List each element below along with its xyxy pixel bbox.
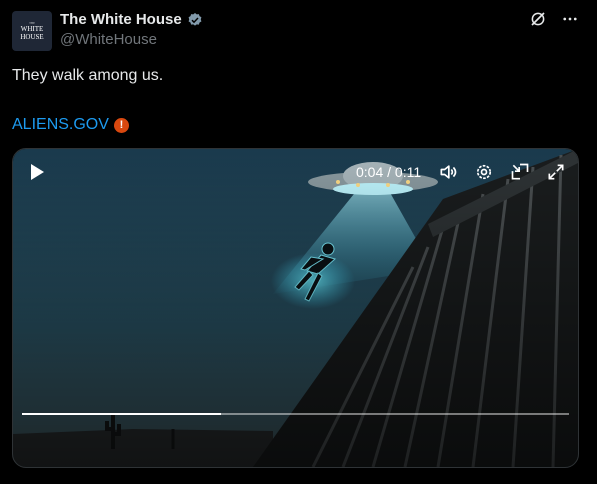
handle[interactable]: @WhiteHouse bbox=[60, 31, 157, 48]
picture-in-picture-icon[interactable] bbox=[510, 162, 530, 182]
avatar-text-line2: HOUSE bbox=[20, 33, 44, 41]
video-time: 0:04 / 0:11 bbox=[356, 164, 422, 180]
tweet-text: They walk among us. bbox=[12, 67, 164, 84]
display-name[interactable]: The White House bbox=[60, 11, 182, 28]
video-progress-fill bbox=[22, 413, 222, 415]
aliens-gov-link[interactable]: ALIENS.GOV bbox=[12, 116, 109, 134]
play-icon[interactable] bbox=[29, 163, 45, 181]
avatar-text-line1: WHITE bbox=[20, 25, 44, 33]
fullscreen-icon[interactable] bbox=[546, 162, 566, 182]
author-name-row: The White House bbox=[60, 11, 203, 28]
more-dots-icon[interactable] bbox=[561, 10, 579, 28]
tweet-actions-top bbox=[529, 10, 579, 28]
video-player[interactable]: 0:04 / 0:11 bbox=[12, 148, 579, 468]
tweet-link-row: ALIENS.GOV ! bbox=[12, 116, 129, 134]
avatar-text-top: THE bbox=[29, 21, 35, 25]
warning-icon: ! bbox=[113, 117, 129, 133]
avatar[interactable]: THE WHITE HOUSE bbox=[12, 11, 52, 51]
volume-icon[interactable] bbox=[438, 162, 458, 182]
video-progress-bar[interactable] bbox=[22, 413, 569, 415]
video-frame-image bbox=[13, 149, 578, 467]
settings-icon[interactable] bbox=[474, 162, 494, 182]
grok-icon[interactable] bbox=[529, 10, 547, 28]
verified-badge-icon bbox=[188, 12, 202, 26]
